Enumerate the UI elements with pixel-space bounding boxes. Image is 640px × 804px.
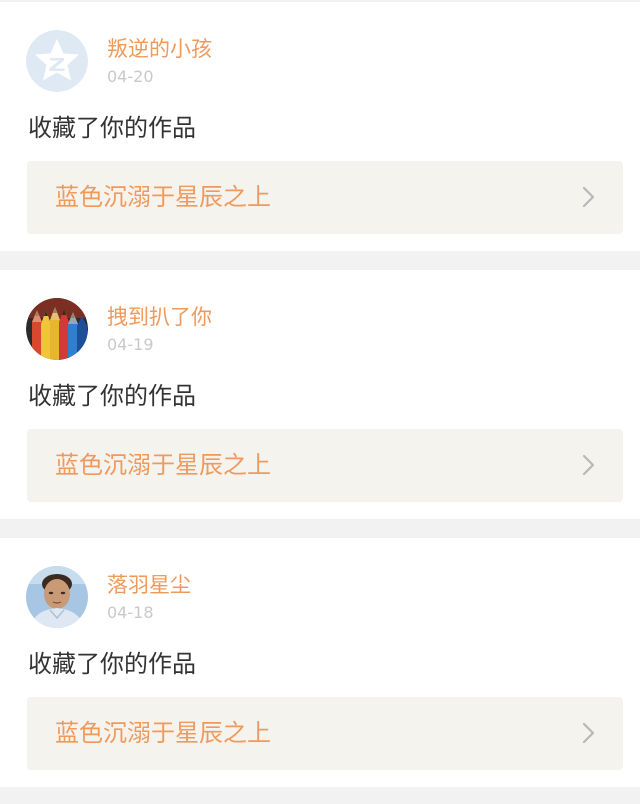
- action-text: 收藏了你的作品: [28, 114, 196, 142]
- work-title: 蓝色沉溺于星辰之上: [55, 183, 271, 211]
- colored-pencils-avatar: [26, 298, 88, 360]
- work-link[interactable]: 蓝色沉溺于星辰之上: [27, 697, 623, 770]
- username[interactable]: 落羽星尘: [107, 571, 191, 599]
- username[interactable]: 叛逆的小孩: [107, 35, 212, 63]
- notification-card: 叛逆的小孩 04-20 收藏了你的作品 蓝色沉溺于星辰之上: [0, 2, 640, 251]
- work-title: 蓝色沉溺于星辰之上: [55, 719, 271, 747]
- notification-card: 落羽星尘 04-18 收藏了你的作品 蓝色沉溺于星辰之上: [0, 538, 640, 787]
- work-link[interactable]: 蓝色沉溺于星辰之上: [27, 161, 623, 234]
- timestamp: 04-20: [107, 67, 154, 86]
- timestamp: 04-18: [107, 603, 154, 622]
- work-title: 蓝色沉溺于星辰之上: [55, 451, 271, 479]
- chevron-right-icon: [582, 722, 596, 744]
- chevron-right-icon: [582, 454, 596, 476]
- timestamp: 04-19: [107, 335, 154, 354]
- notification-card: 拽到扒了你 04-19 收藏了你的作品 蓝色沉溺于星辰之上: [0, 270, 640, 519]
- notification-feed: 叛逆的小孩 04-20 收藏了你的作品 蓝色沉溺于星辰之上 拽到扒了你 04-1…: [0, 0, 640, 804]
- person-photo-avatar: [26, 566, 88, 628]
- avatar[interactable]: [26, 30, 88, 92]
- avatar[interactable]: [26, 298, 88, 360]
- avatar[interactable]: [26, 566, 88, 628]
- username[interactable]: 拽到扒了你: [107, 303, 212, 331]
- chevron-right-icon: [582, 186, 596, 208]
- qq-zone-default-avatar-icon: [26, 30, 88, 92]
- work-link[interactable]: 蓝色沉溺于星辰之上: [27, 429, 623, 502]
- action-text: 收藏了你的作品: [28, 650, 196, 678]
- action-text: 收藏了你的作品: [28, 382, 196, 410]
